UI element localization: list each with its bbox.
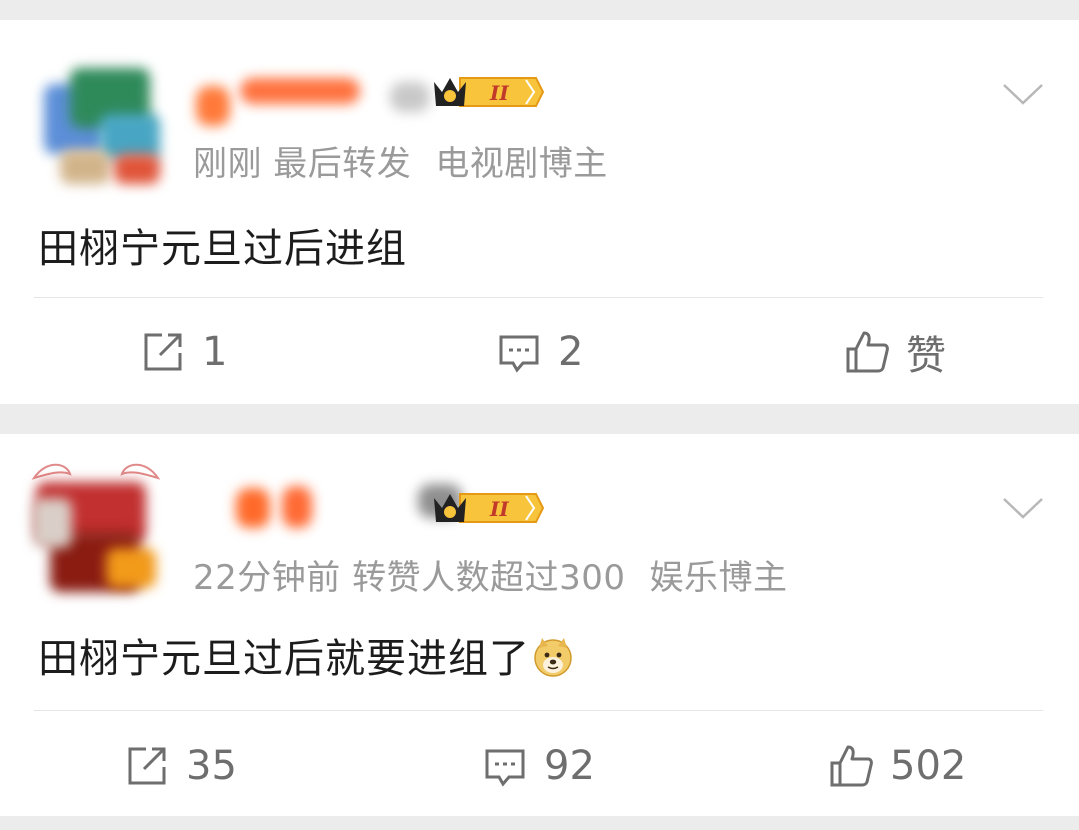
avatar[interactable] (30, 54, 170, 194)
action-bar: 1 2 赞 (0, 322, 1079, 382)
avatar[interactable] (26, 458, 166, 598)
chevron-down-icon[interactable] (1001, 494, 1045, 522)
chevron-down-icon[interactable] (1001, 80, 1045, 108)
post-time: 刚刚 最后转发 (193, 144, 412, 184)
crown-badge-icon[interactable]: II (428, 70, 544, 114)
comment-count: 92 (544, 743, 595, 789)
post-text-content: 田栩宁元旦过后就要进组了 (38, 636, 530, 682)
repost-count: 1 (202, 329, 228, 375)
crown-badge-icon[interactable]: II (428, 486, 544, 530)
comment-button[interactable]: 92 (482, 736, 595, 796)
like-count: 502 (890, 743, 967, 789)
like-button[interactable]: 502 (828, 736, 966, 796)
svg-text:II: II (489, 497, 509, 521)
comment-icon (482, 743, 528, 789)
repost-count: 35 (186, 743, 237, 789)
doge-emoji-icon (532, 636, 574, 678)
like-label: 赞 (906, 333, 946, 379)
like-icon (844, 329, 890, 375)
author-tag[interactable]: 娱乐博主 (649, 558, 787, 598)
post-time: 22分钟前 转赞人数超过300 (193, 558, 626, 598)
repost-icon (140, 329, 186, 375)
post-meta: 刚刚 最后转发 电视剧博主 (193, 136, 608, 185)
post-text[interactable]: 田栩宁元旦过后就要进组了 (38, 626, 574, 684)
repost-button[interactable]: 1 (140, 322, 227, 382)
author-tag[interactable]: 电视剧博主 (435, 144, 608, 184)
svg-text:II: II (489, 81, 509, 105)
comment-icon (496, 329, 542, 375)
divider (34, 710, 1043, 711)
repost-button[interactable]: 35 (124, 736, 237, 796)
post-card: II 刚刚 最后转发 电视剧博主 田栩宁元旦过后进组 1 2 赞 (0, 20, 1079, 404)
comment-button[interactable]: 2 (496, 322, 583, 382)
comment-count: 2 (558, 329, 584, 375)
action-bar: 35 92 502 (0, 736, 1079, 796)
like-icon (828, 743, 874, 789)
post-text[interactable]: 田栩宁元旦过后进组 (38, 216, 407, 274)
divider (34, 297, 1043, 298)
post-meta: 22分钟前 转赞人数超过300 娱乐博主 (193, 550, 787, 599)
post-card: II 22分钟前 转赞人数超过300 娱乐博主 田栩宁元旦过后就要进组了 35 … (0, 434, 1079, 816)
repost-icon (124, 743, 170, 789)
like-button[interactable]: 赞 (844, 322, 946, 382)
